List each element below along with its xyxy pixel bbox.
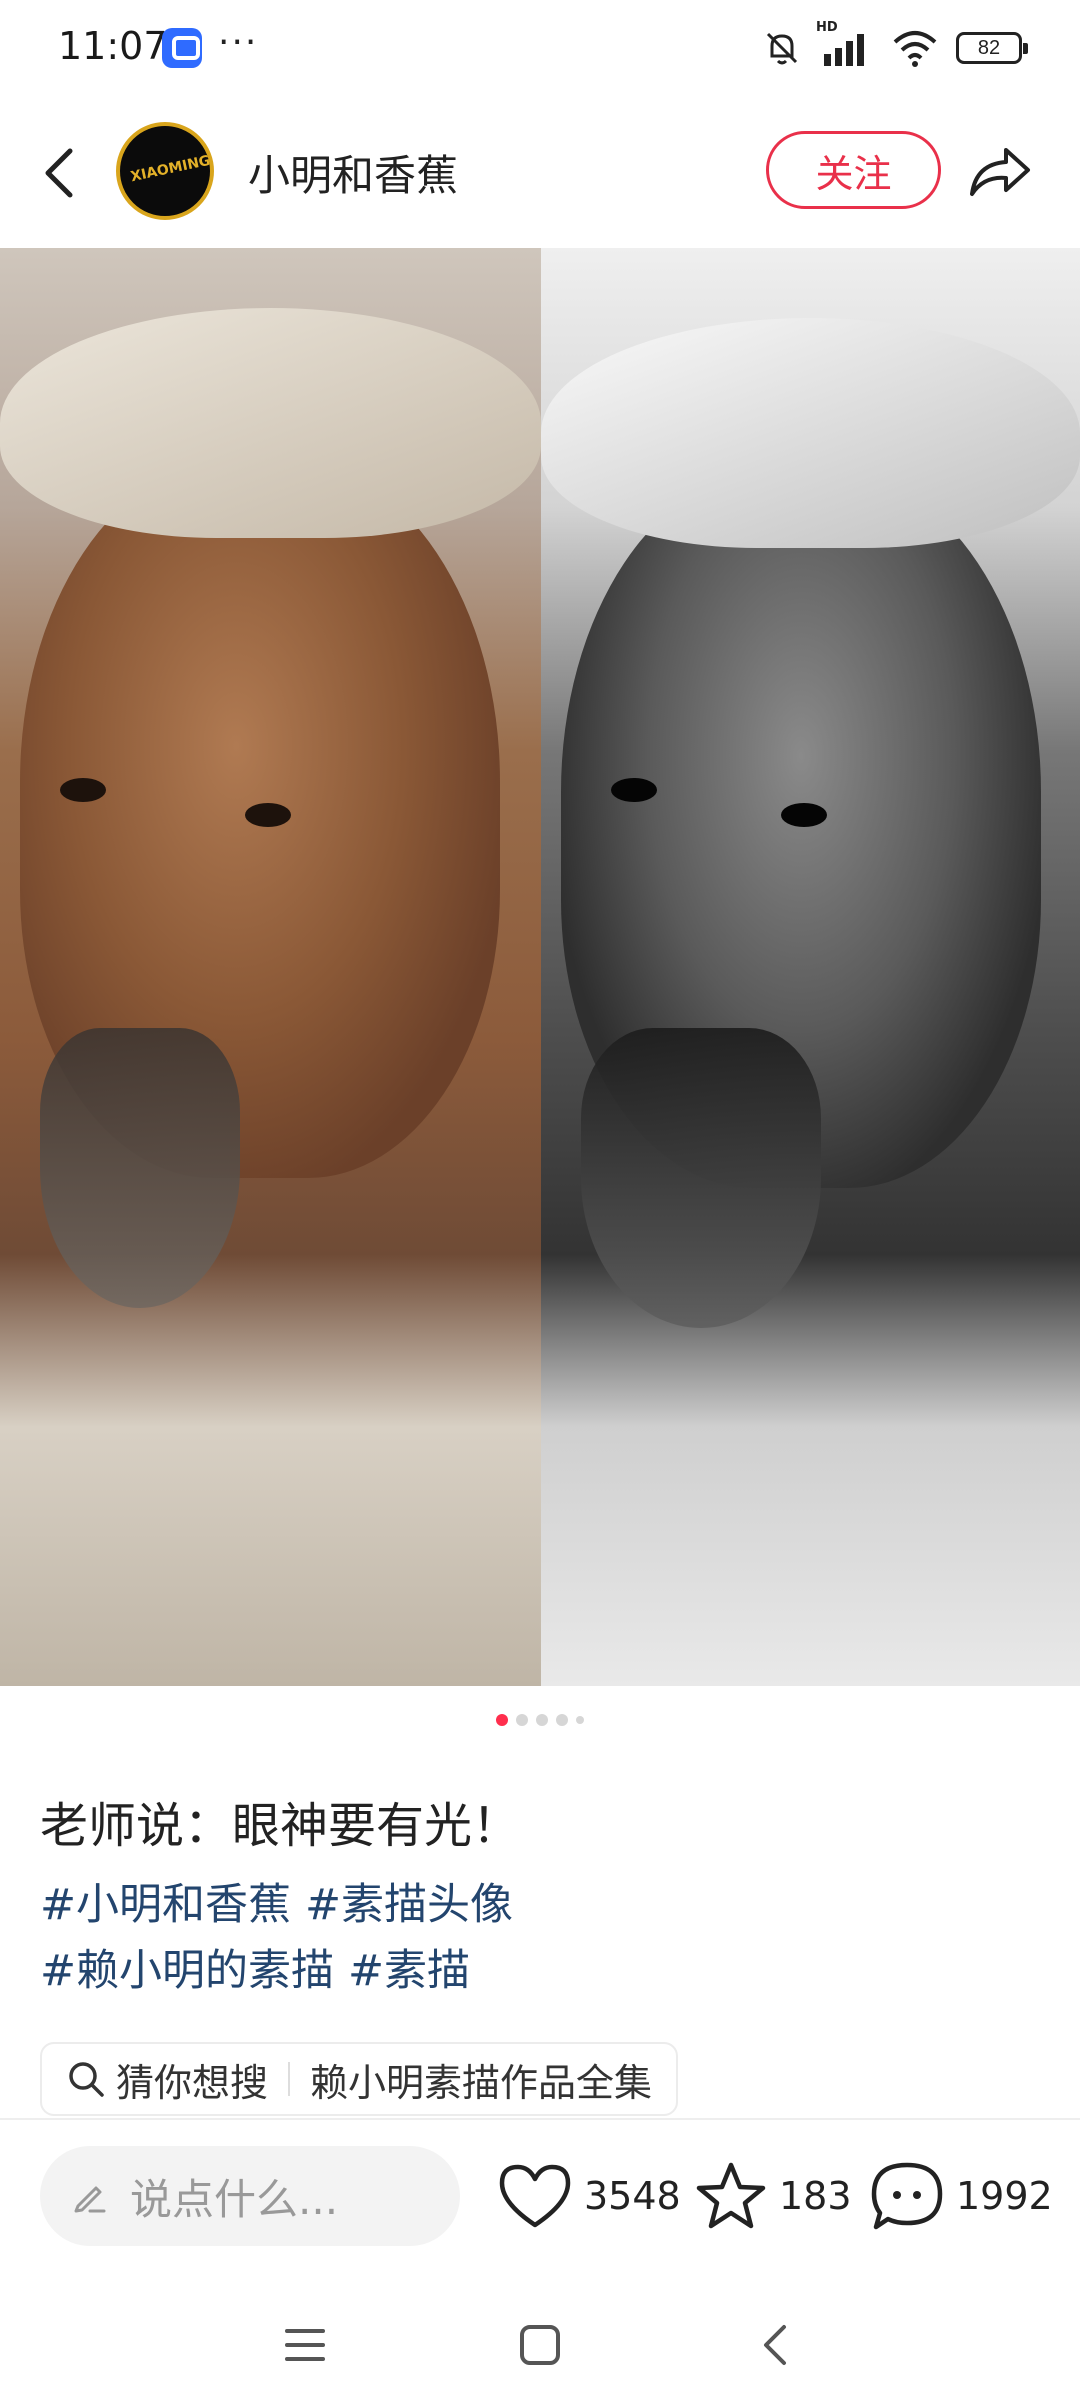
favorite-count: 183: [779, 2174, 852, 2218]
system-back-button[interactable]: [735, 2310, 815, 2380]
pager-dot: [576, 1716, 584, 1724]
menu-icon: [285, 2329, 325, 2361]
pencil-icon: [74, 2186, 106, 2213]
share-button[interactable]: [965, 142, 1035, 202]
share-icon: [970, 148, 1030, 196]
comment-button[interactable]: 1992: [870, 2156, 1053, 2236]
like-count: 3548: [584, 2174, 681, 2218]
wifi-icon: [893, 31, 937, 67]
post-image-carousel[interactable]: [0, 248, 1080, 1686]
eye-shape: [60, 778, 106, 802]
hashtag[interactable]: #赖小明的素描: [40, 1946, 334, 1996]
recent-apps-button[interactable]: [265, 2310, 345, 2380]
pager-dot: [556, 1714, 568, 1726]
eye-shape: [611, 778, 657, 802]
eye-shape: [245, 803, 291, 827]
reference-photo: [0, 248, 541, 1686]
search-icon: [69, 2062, 104, 2097]
mute-icon: [766, 32, 798, 65]
status-time: 11:07: [58, 24, 168, 68]
more-notifications-icon: ···: [218, 22, 259, 63]
author-name[interactable]: 小明和香蕉: [248, 142, 458, 203]
follow-button[interactable]: 关注: [766, 131, 941, 209]
comment-placeholder: 说点什么...: [130, 2174, 339, 2224]
comment-input[interactable]: 说点什么...: [40, 2146, 460, 2246]
back-button[interactable]: [30, 138, 90, 208]
beard-shape: [40, 1028, 240, 1308]
author-avatar[interactable]: XIAOMING: [116, 122, 214, 220]
hashtag[interactable]: #素描头像: [305, 1880, 513, 1930]
square-icon: [520, 2325, 560, 2365]
comment-bubble-icon: [871, 2162, 943, 2230]
pager-dot: [536, 1714, 548, 1726]
sketch-drawing: [541, 248, 1080, 1686]
image-pager-dots: [0, 1710, 1080, 1730]
pager-dot-active: [496, 1714, 508, 1726]
heart-icon: [499, 2164, 571, 2228]
search-suggestion-chip[interactable]: 猜你想搜 赖小明素描作品全集: [40, 2042, 679, 2116]
post-header: XIAOMING 小明和香蕉 关注: [0, 110, 1080, 235]
divider: [0, 2118, 1080, 2120]
chevron-left-icon: [764, 2325, 786, 2365]
notification-app-icon: [162, 28, 202, 68]
search-suggestion-label: 猜你想搜: [116, 2060, 269, 2105]
tag-line: #赖小明的素描 #素描: [40, 1938, 1040, 2004]
post-title: 老师说：眼神要有光！: [40, 1798, 521, 1854]
hashtag[interactable]: #素描: [348, 1946, 470, 1996]
post-tags: #小明和香蕉 #素描头像 #赖小明的素描 #素描: [40, 1872, 1040, 2004]
home-button[interactable]: [500, 2310, 580, 2380]
network-label: HD: [816, 20, 838, 35]
like-button[interactable]: 3548: [498, 2156, 681, 2236]
search-suggestion-query: 赖小明素描作品全集: [310, 2060, 653, 2105]
chevron-left-icon: [45, 148, 73, 198]
avatar-logo-text: XIAOMING: [129, 152, 212, 186]
chip-divider: [288, 2062, 291, 2096]
star-icon: [696, 2162, 766, 2229]
comment-count: 1992: [956, 2174, 1053, 2218]
beard-shape: [581, 1028, 821, 1328]
turban-shape: [0, 308, 541, 538]
tag-line: #小明和香蕉 #素描头像: [40, 1872, 1040, 1938]
status-icons: HD 82: [762, 20, 1028, 72]
pager-dot: [516, 1714, 528, 1726]
turban-shape: [541, 318, 1080, 548]
status-bar: 11:07 ··· HD 82: [0, 0, 1080, 100]
favorite-button[interactable]: 183: [695, 2156, 852, 2236]
hashtag[interactable]: #小明和香蕉: [40, 1880, 291, 1930]
system-nav-bar: [0, 2290, 1080, 2400]
eye-shape: [781, 803, 827, 827]
battery-icon: 82: [956, 32, 1028, 64]
cellular-signal-icon: HD: [816, 20, 874, 68]
